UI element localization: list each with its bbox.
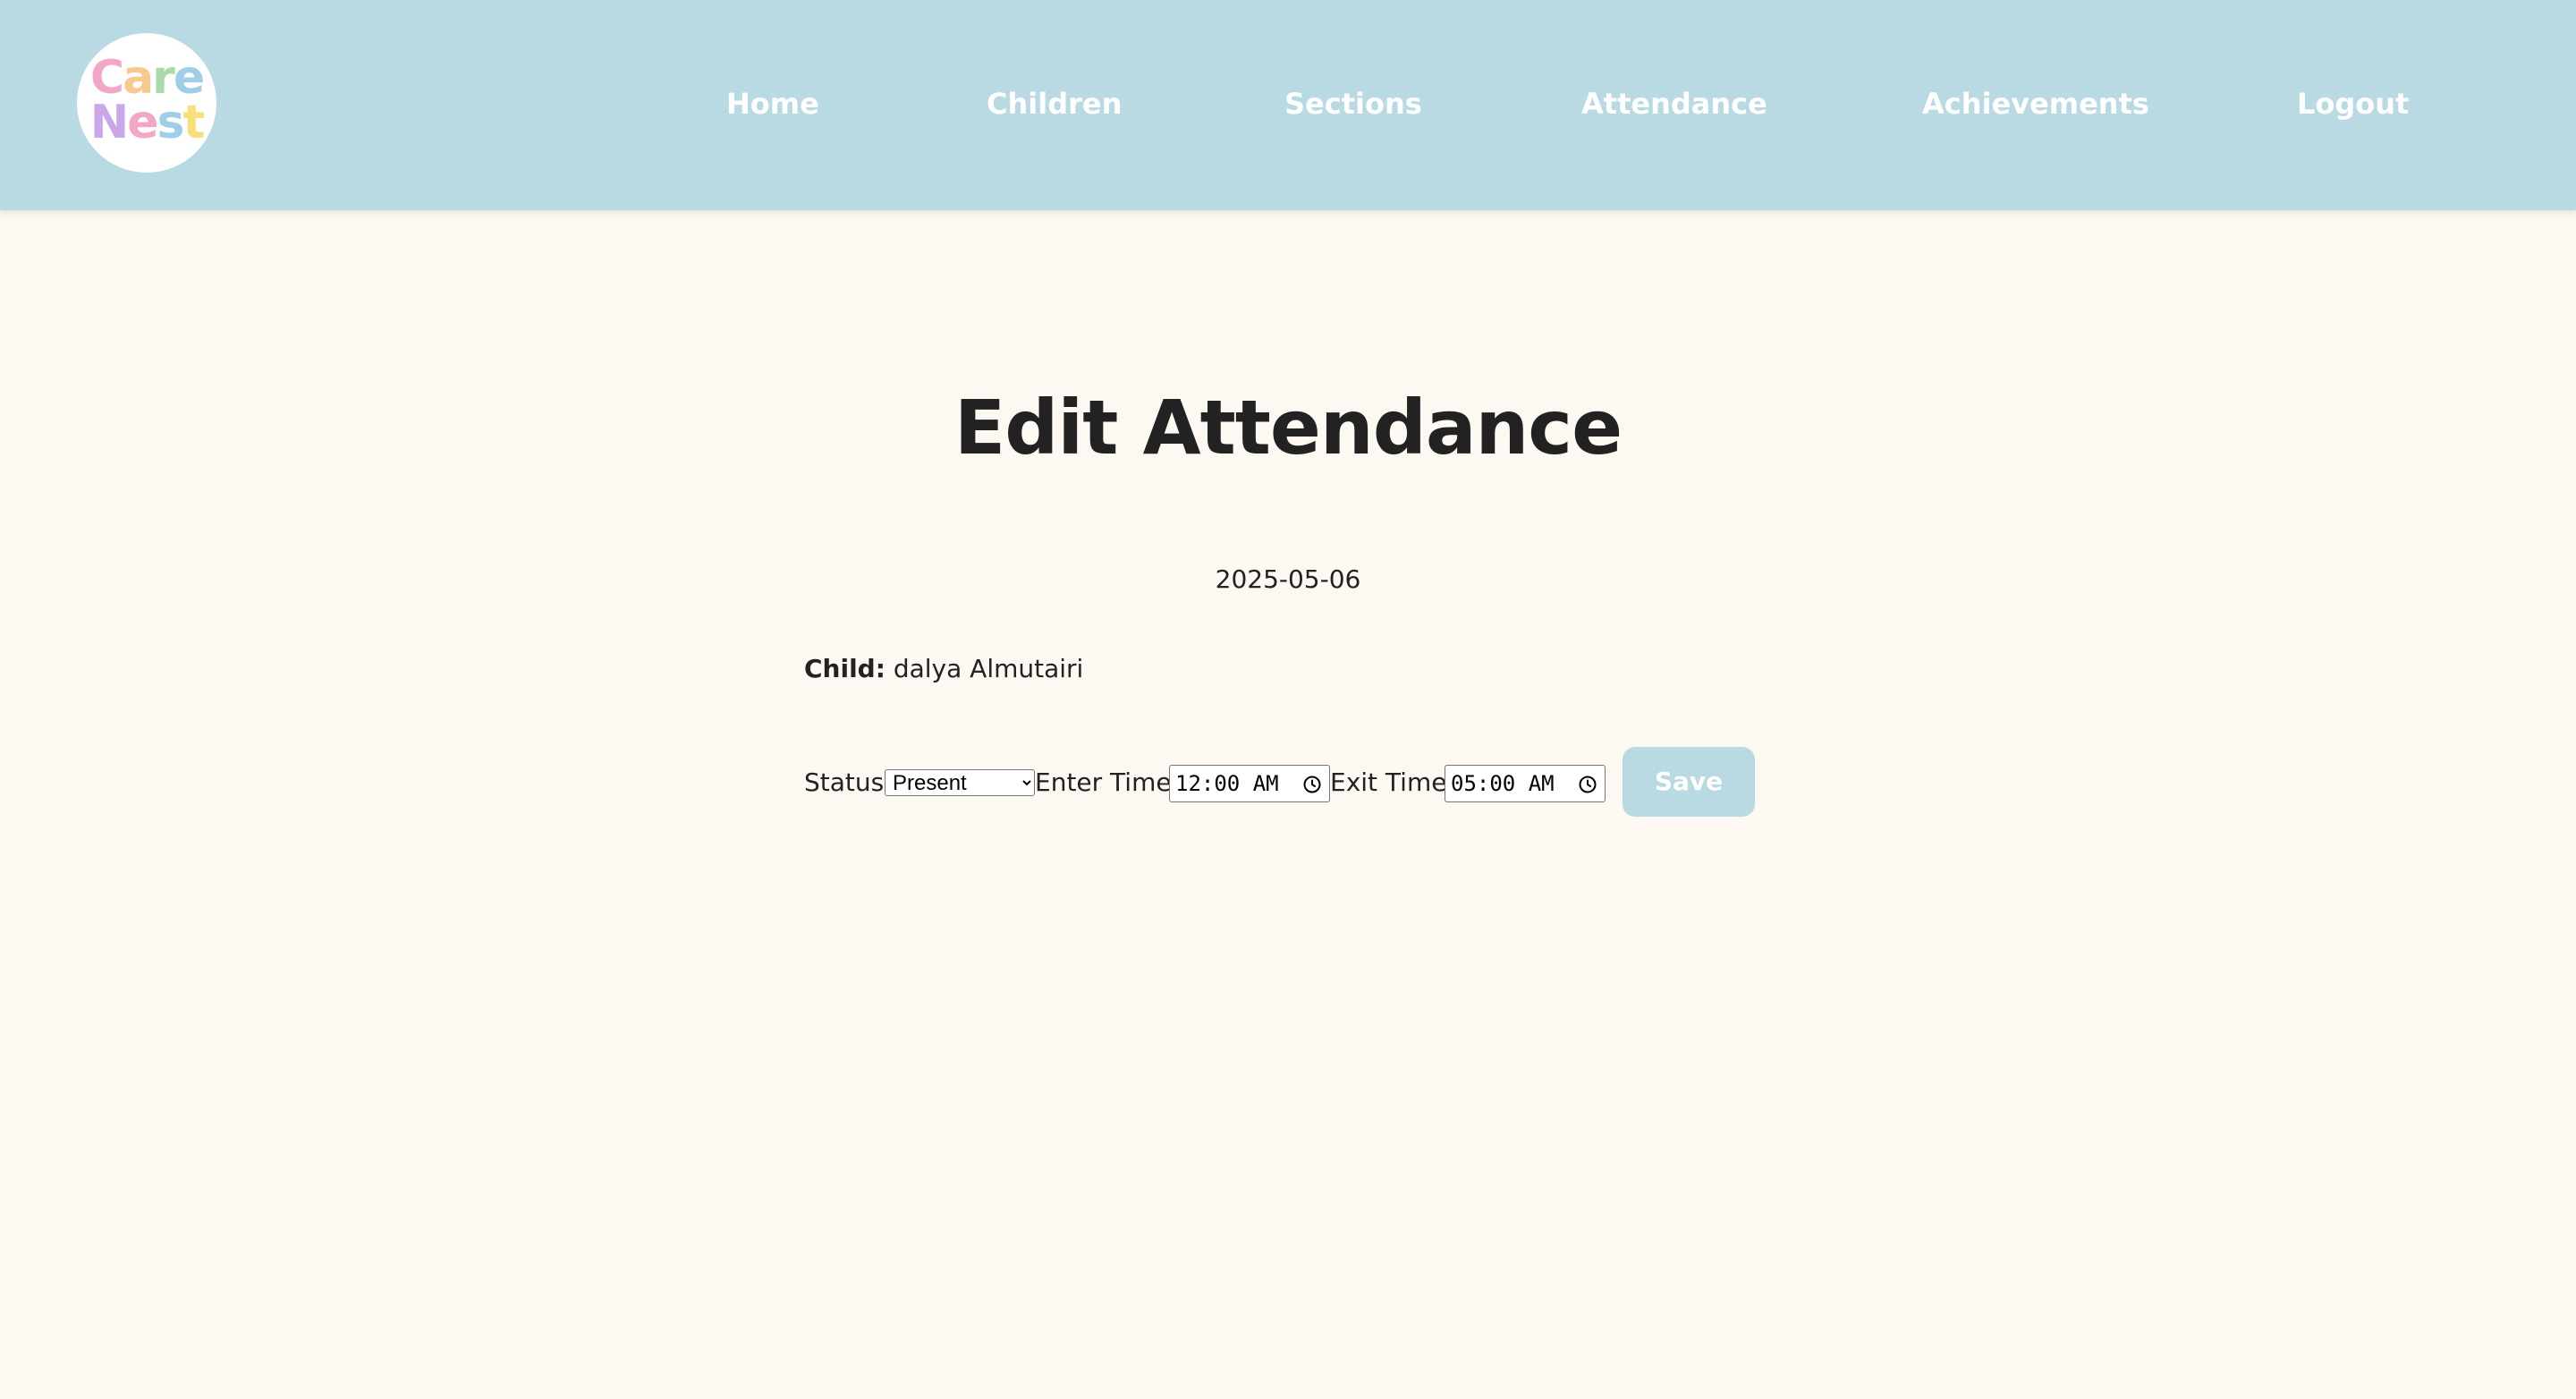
page-title: Edit Attendance — [953, 384, 1623, 471]
enter-time-input[interactable]: 12:00 AM — [1169, 765, 1330, 802]
carenest-logo[interactable]: Care Nest — [77, 33, 216, 173]
attendance-date: 2025-05-06 — [1215, 564, 1361, 594]
status-label: Status: — [804, 767, 893, 797]
nav-link-home[interactable]: Home — [726, 86, 819, 122]
status-select[interactable]: Present — [885, 769, 1035, 796]
navbar: Care Nest Home Children Sections Attenda… — [0, 0, 2576, 210]
child-info: Child: dalya Almutairi — [804, 653, 1083, 685]
child-name: dalya Almutairi — [893, 654, 1084, 683]
save-button[interactable]: Save — [1623, 747, 1755, 817]
logo-letter: t — [182, 96, 205, 149]
nav-link-sections[interactable]: Sections — [1284, 86, 1422, 122]
nav-link-children[interactable]: Children — [987, 86, 1122, 122]
logo-letter: N — [89, 96, 130, 149]
logo-wordmark-nest: Nest — [77, 99, 216, 146]
clock-icon[interactable] — [1302, 775, 1322, 794]
clock-icon[interactable] — [1578, 775, 1597, 794]
enter-time-value: 12:00 AM — [1175, 771, 1279, 796]
nav-link-logout[interactable]: Logout — [2297, 86, 2409, 122]
enter-time-label: Enter Time: — [1035, 767, 1181, 797]
exit-time-label: Exit Time: — [1330, 767, 1455, 797]
child-label: Child: — [804, 654, 886, 683]
nav-link-achievements[interactable]: Achievements — [1922, 86, 2149, 122]
logo-letter: e — [127, 96, 158, 149]
exit-time-input[interactable]: 05:00 AM — [1445, 765, 1606, 802]
nav-link-attendance[interactable]: Attendance — [1581, 86, 1767, 122]
exit-time-value: 05:00 AM — [1451, 771, 1555, 796]
logo-letter: s — [157, 96, 185, 149]
logo-wordmark-care: Care — [77, 55, 216, 101]
